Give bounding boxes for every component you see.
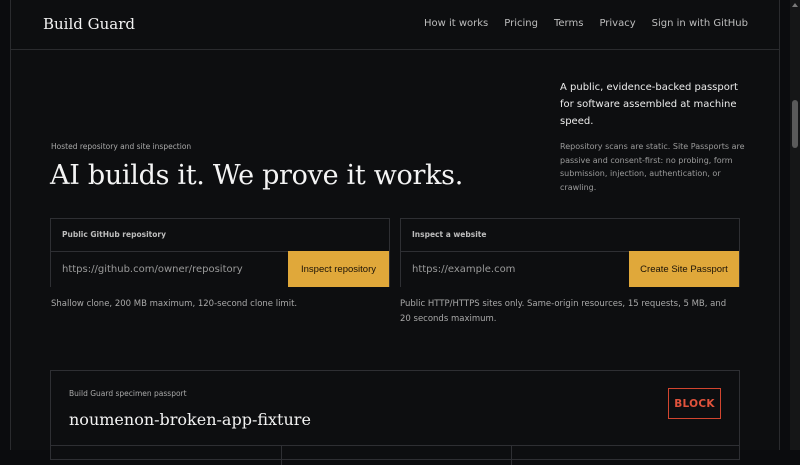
scrollbar-thumb[interactable] [792, 100, 798, 148]
repo-help-text: Shallow clone, 200 MB maximum, 120-secon… [51, 299, 298, 309]
site-panel-label: Inspect a website [412, 230, 487, 239]
specimen-column-divider [281, 445, 282, 465]
hero-side-lead: A public, evidence-backed passport for s… [560, 82, 738, 127]
repo-panel: Public GitHub repository https://github.… [50, 218, 390, 287]
hero-title: AI builds it. We prove it works. [50, 160, 463, 191]
hero-side-note: Repository scans are static. Site Passpo… [560, 142, 745, 193]
specimen-divider [51, 445, 739, 446]
brand-logo[interactable]: Build Guard [43, 15, 135, 33]
site-panel: Inspect a website https://example.com Cr… [400, 218, 740, 287]
site-header: Build Guard How it works Pricing Terms P… [10, 0, 780, 50]
site-help-text: Public HTTP/HTTPS sites only. Same-origi… [400, 299, 727, 324]
specimen-title: noumenon-broken-app-fixture [69, 410, 311, 429]
specimen-label: Build Guard specimen passport [69, 389, 187, 398]
nav-pricing[interactable]: Pricing [504, 18, 538, 29]
page-scrollbar[interactable] [790, 0, 800, 450]
create-site-passport-button[interactable]: Create Site Passport [629, 251, 739, 287]
nav-privacy[interactable]: Privacy [599, 18, 635, 29]
scroll-up-arrow-icon[interactable] [792, 3, 798, 7]
top-nav: How it works Pricing Terms Privacy Sign … [424, 18, 748, 29]
inspect-repository-button[interactable]: Inspect repository [288, 251, 389, 287]
site-url-input[interactable]: https://example.com [401, 251, 630, 287]
nav-terms[interactable]: Terms [554, 18, 583, 29]
nav-how-it-works[interactable]: How it works [424, 18, 488, 29]
nav-sign-in-github[interactable]: Sign in with GitHub [652, 18, 748, 29]
hero-eyebrow: Hosted repository and site inspection [51, 142, 192, 151]
block-status-badge: BLOCK [668, 388, 721, 419]
specimen-passport-card: Build Guard specimen passport noumenon-b… [50, 370, 740, 465]
repo-url-input[interactable]: https://github.com/owner/repository [51, 251, 289, 287]
specimen-column-divider [511, 445, 512, 465]
repo-panel-label: Public GitHub repository [62, 230, 166, 239]
